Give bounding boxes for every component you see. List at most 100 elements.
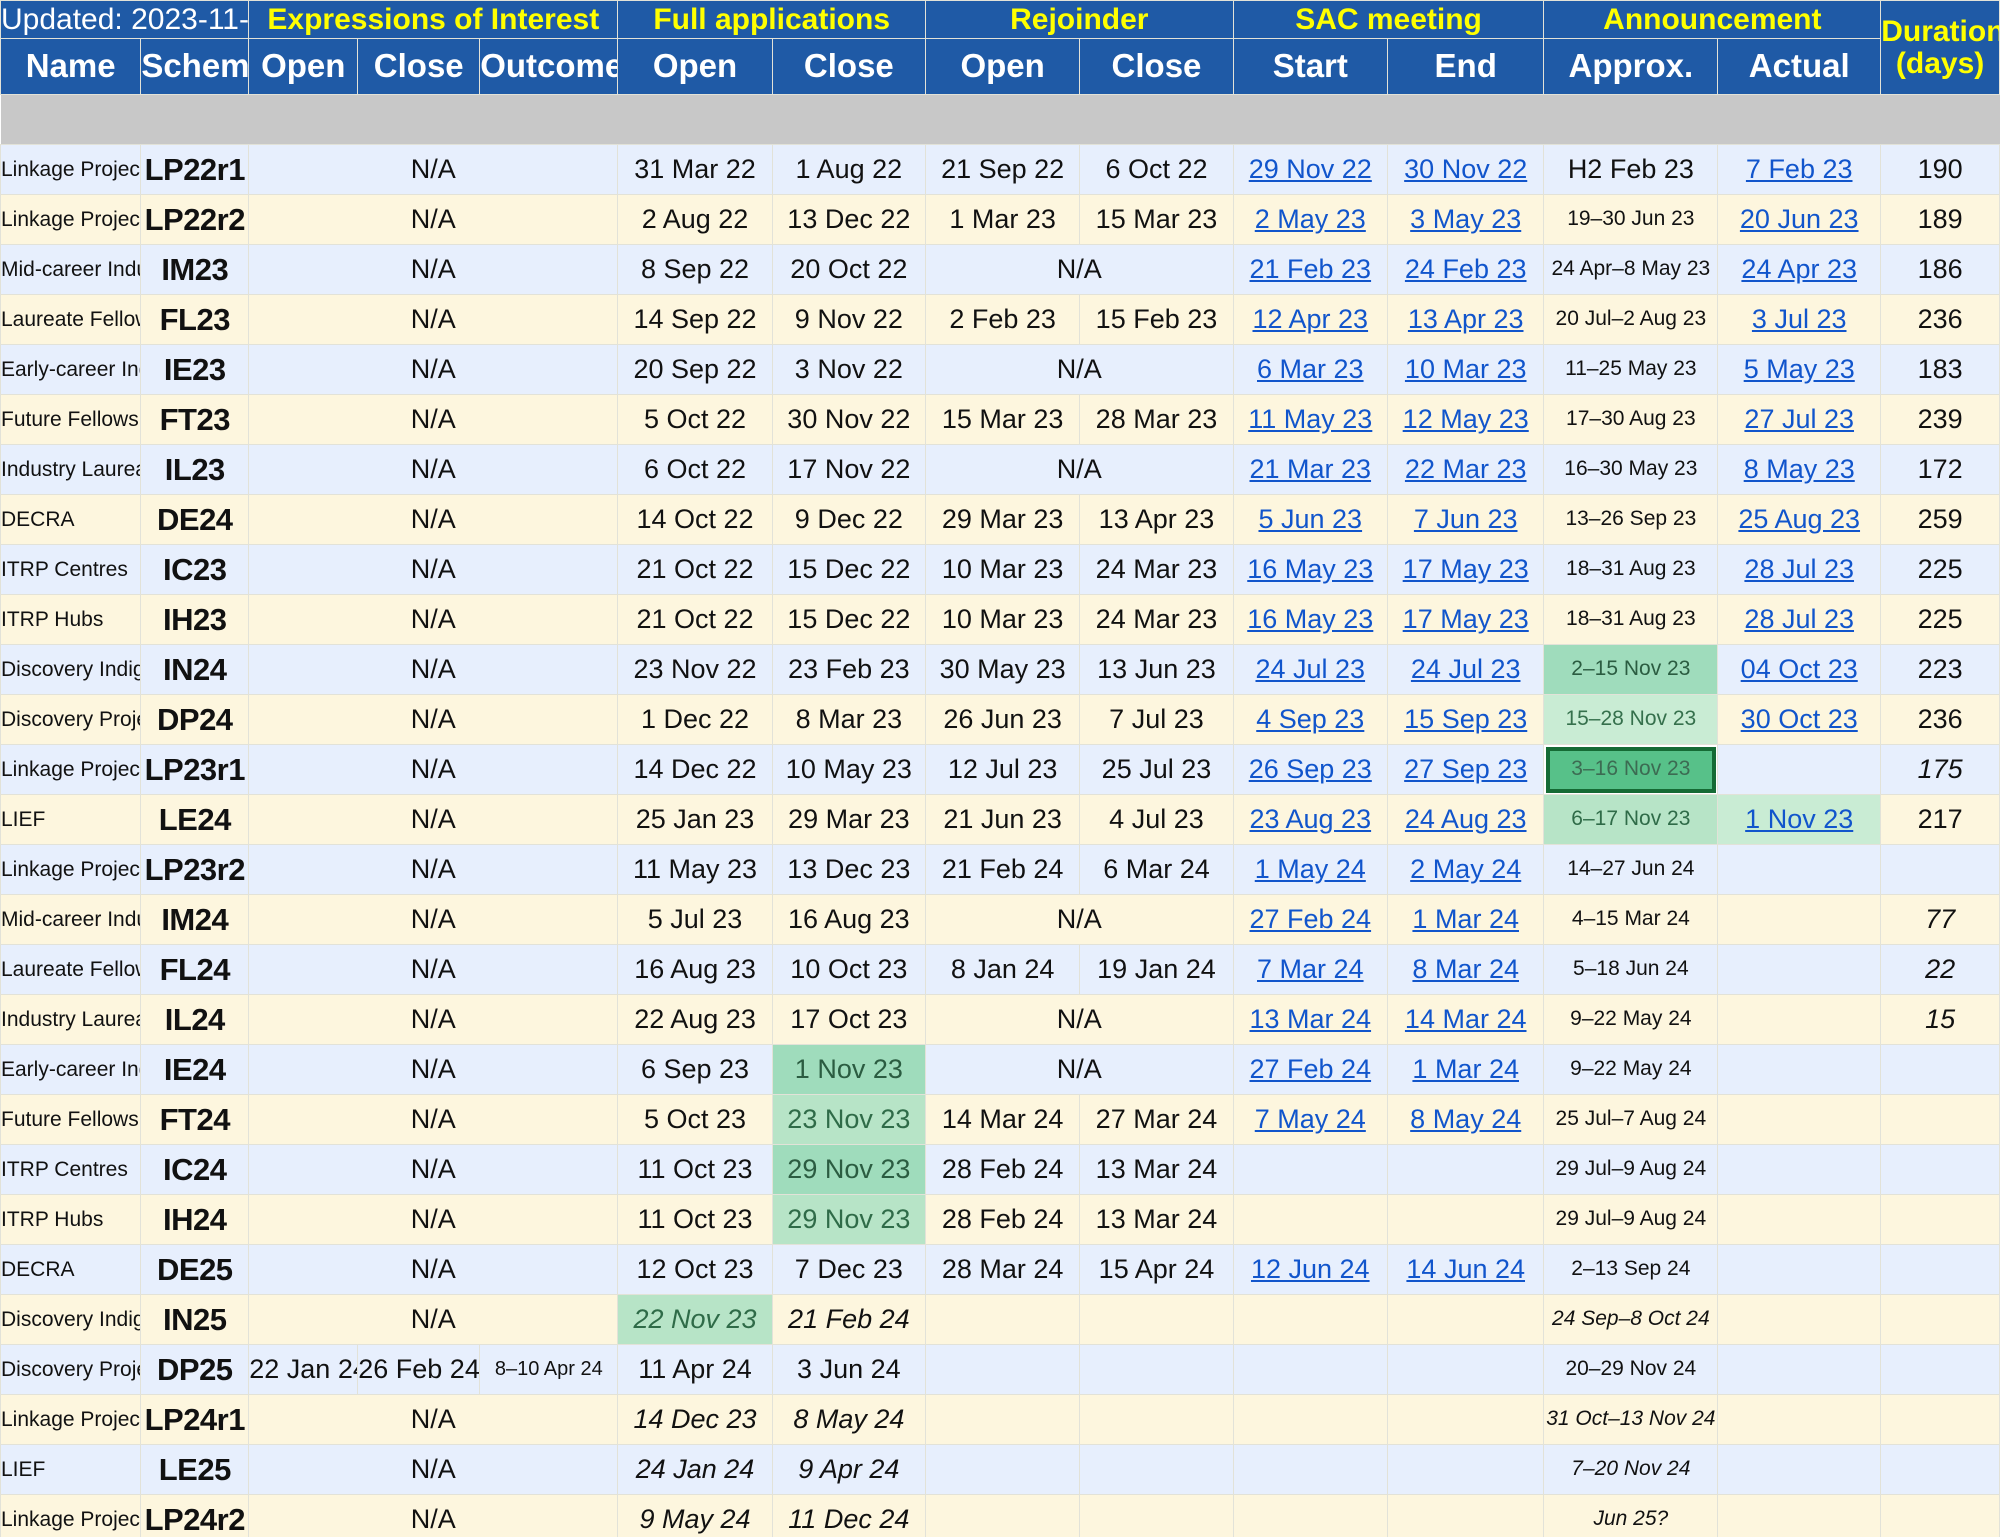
cell-sac-end-link[interactable]: 22 Mar 23 — [1405, 454, 1527, 484]
cell-sac-end[interactable]: 14 Jun 24 — [1386, 1244, 1545, 1295]
cell-sac-end-link[interactable]: 17 May 23 — [1403, 554, 1529, 584]
cell-ann-actual[interactable]: 30 Oct 23 — [1717, 694, 1882, 745]
cell-sac-end[interactable]: 7 Jun 23 — [1386, 494, 1545, 545]
cell-sac-end[interactable]: 24 Feb 23 — [1386, 244, 1545, 295]
cell-sac-end-link[interactable]: 24 Aug 23 — [1405, 804, 1527, 834]
cell-ann-actual[interactable]: 27 Jul 23 — [1717, 394, 1882, 445]
cell-ann-actual-link[interactable]: 7 Feb 23 — [1746, 154, 1853, 184]
cell-sac-start[interactable]: 6 Mar 23 — [1232, 344, 1388, 395]
cell-sac-start-link[interactable]: 29 Nov 22 — [1249, 154, 1372, 184]
cell-sac-end[interactable]: 10 Mar 23 — [1386, 344, 1545, 395]
cell-sac-start-link[interactable]: 24 Jul 23 — [1255, 654, 1365, 684]
cell-sac-start-link[interactable]: 5 Jun 23 — [1258, 504, 1362, 534]
cell-sac-end-link[interactable]: 10 Mar 23 — [1405, 354, 1527, 384]
cell-sac-end[interactable]: 17 May 23 — [1386, 544, 1545, 595]
cell-sac-start-link[interactable]: 27 Feb 24 — [1249, 904, 1371, 934]
cell-ann-actual[interactable]: 1 Nov 23 — [1717, 794, 1882, 845]
cell-sac-start[interactable]: 4 Sep 23 — [1232, 694, 1388, 745]
cell-sac-start-link[interactable]: 16 May 23 — [1247, 604, 1373, 634]
cell-sac-start[interactable]: 11 May 23 — [1232, 394, 1388, 445]
cell-sac-start[interactable]: 12 Jun 24 — [1232, 1244, 1388, 1295]
cell-sac-start[interactable]: 21 Mar 23 — [1232, 444, 1388, 495]
cell-sac-start[interactable]: 2 May 23 — [1232, 194, 1388, 245]
cell-sac-start-link[interactable]: 7 Mar 24 — [1257, 954, 1364, 984]
cell-ann-actual-link[interactable]: 8 May 23 — [1744, 454, 1855, 484]
cell-sac-start-link[interactable]: 26 Sep 23 — [1249, 754, 1372, 784]
cell-sac-end-link[interactable]: 14 Jun 24 — [1406, 1254, 1525, 1284]
cell-ann-actual[interactable]: 28 Jul 23 — [1717, 544, 1882, 595]
cell-sac-end[interactable]: 24 Aug 23 — [1386, 794, 1545, 845]
cell-ann-actual[interactable]: 8 May 23 — [1717, 444, 1882, 495]
cell-ann-actual-link[interactable]: 25 Aug 23 — [1738, 504, 1860, 534]
cell-sac-start-link[interactable]: 6 Mar 23 — [1257, 354, 1364, 384]
cell-sac-end-link[interactable]: 3 May 23 — [1410, 204, 1521, 234]
cell-ann-actual-link[interactable]: 27 Jul 23 — [1744, 404, 1854, 434]
cell-sac-end[interactable]: 8 May 24 — [1386, 1094, 1545, 1145]
cell-sac-start[interactable]: 7 Mar 24 — [1232, 944, 1388, 995]
cell-sac-end-link[interactable]: 1 Mar 24 — [1412, 1054, 1519, 1084]
cell-sac-end[interactable]: 1 Mar 24 — [1386, 894, 1545, 945]
cell-sac-start[interactable]: 23 Aug 23 — [1232, 794, 1388, 845]
cell-sac-end[interactable]: 22 Mar 23 — [1386, 444, 1545, 495]
cell-sac-end-link[interactable]: 27 Sep 23 — [1404, 754, 1527, 784]
cell-sac-start-link[interactable]: 4 Sep 23 — [1256, 704, 1364, 734]
cell-ann-actual-link[interactable]: 20 Jun 23 — [1740, 204, 1859, 234]
cell-sac-end-link[interactable]: 8 Mar 24 — [1412, 954, 1519, 984]
cell-sac-end-link[interactable]: 1 Mar 24 — [1412, 904, 1519, 934]
cell-sac-end[interactable]: 15 Sep 23 — [1386, 694, 1545, 745]
cell-sac-end[interactable]: 17 May 23 — [1386, 594, 1545, 645]
cell-sac-start-link[interactable]: 13 Mar 24 — [1249, 1004, 1371, 1034]
cell-sac-end[interactable]: 2 May 24 — [1386, 844, 1545, 895]
cell-sac-end[interactable]: 3 May 23 — [1386, 194, 1545, 245]
cell-sac-end[interactable]: 13 Apr 23 — [1386, 294, 1545, 345]
cell-sac-end-link[interactable]: 15 Sep 23 — [1404, 704, 1527, 734]
cell-sac-start-link[interactable]: 16 May 23 — [1247, 554, 1373, 584]
cell-ann-actual-link[interactable]: 04 Oct 23 — [1741, 654, 1858, 684]
cell-sac-start-link[interactable]: 2 May 23 — [1255, 204, 1366, 234]
cell-sac-start-link[interactable]: 23 Aug 23 — [1249, 804, 1371, 834]
cell-sac-start[interactable]: 13 Mar 24 — [1232, 994, 1388, 1045]
cell-sac-start[interactable]: 21 Feb 23 — [1232, 244, 1388, 295]
cell-sac-start-link[interactable]: 27 Feb 24 — [1249, 1054, 1371, 1084]
cell-ann-actual-link[interactable]: 1 Nov 23 — [1745, 804, 1853, 834]
cell-sac-start[interactable]: 16 May 23 — [1232, 594, 1388, 645]
cell-sac-end-link[interactable]: 17 May 23 — [1403, 604, 1529, 634]
cell-sac-end-link[interactable]: 13 Apr 23 — [1408, 304, 1524, 334]
cell-sac-start[interactable]: 27 Feb 24 — [1232, 894, 1388, 945]
cell-sac-start-link[interactable]: 12 Apr 23 — [1252, 304, 1368, 334]
cell-sac-end[interactable]: 1 Mar 24 — [1386, 1044, 1545, 1095]
cell-sac-end-link[interactable]: 8 May 24 — [1410, 1104, 1521, 1134]
cell-sac-start[interactable]: 12 Apr 23 — [1232, 294, 1388, 345]
cell-sac-start-link[interactable]: 11 May 23 — [1248, 404, 1372, 434]
cell-sac-end-link[interactable]: 12 May 23 — [1403, 404, 1529, 434]
cell-ann-actual[interactable]: 3 Jul 23 — [1717, 294, 1882, 345]
cell-ann-actual[interactable]: 24 Apr 23 — [1717, 244, 1882, 295]
cell-ann-actual[interactable]: 28 Jul 23 — [1717, 594, 1882, 645]
cell-sac-start[interactable]: 1 May 24 — [1232, 844, 1388, 895]
cell-sac-end[interactable]: 8 Mar 24 — [1386, 944, 1545, 995]
cell-sac-end-link[interactable]: 2 May 24 — [1410, 854, 1521, 884]
cell-ann-actual-link[interactable]: 24 Apr 23 — [1741, 254, 1857, 284]
cell-sac-start[interactable]: 27 Feb 24 — [1232, 1044, 1388, 1095]
cell-sac-end-link[interactable]: 7 Jun 23 — [1414, 504, 1518, 534]
cell-sac-start-link[interactable]: 7 May 24 — [1255, 1104, 1366, 1134]
cell-sac-end-link[interactable]: 24 Feb 23 — [1405, 254, 1527, 284]
cell-sac-end[interactable]: 12 May 23 — [1386, 394, 1545, 445]
cell-sac-start[interactable]: 16 May 23 — [1232, 544, 1388, 595]
cell-sac-end-link[interactable]: 24 Jul 23 — [1411, 654, 1521, 684]
cell-ann-actual-link[interactable]: 5 May 23 — [1744, 354, 1855, 384]
cell-sac-start[interactable]: 7 May 24 — [1232, 1094, 1388, 1145]
cell-sac-end[interactable]: 27 Sep 23 — [1386, 744, 1545, 795]
cell-ann-actual[interactable]: 7 Feb 23 — [1717, 144, 1882, 195]
cell-sac-end[interactable]: 30 Nov 22 — [1386, 144, 1545, 195]
cell-ann-actual[interactable]: 25 Aug 23 — [1717, 494, 1882, 545]
cell-sac-end-link[interactable]: 30 Nov 22 — [1404, 154, 1527, 184]
cell-ann-actual[interactable]: 04 Oct 23 — [1717, 644, 1882, 695]
cell-ann-actual-link[interactable]: 28 Jul 23 — [1744, 604, 1854, 634]
cell-sac-start-link[interactable]: 21 Feb 23 — [1249, 254, 1371, 284]
cell-sac-start[interactable]: 5 Jun 23 — [1232, 494, 1388, 545]
cell-ann-actual[interactable]: 20 Jun 23 — [1717, 194, 1882, 245]
cell-sac-start-link[interactable]: 12 Jun 24 — [1251, 1254, 1370, 1284]
cell-ann-actual-link[interactable]: 30 Oct 23 — [1741, 704, 1858, 734]
cell-sac-start[interactable]: 24 Jul 23 — [1232, 644, 1388, 695]
